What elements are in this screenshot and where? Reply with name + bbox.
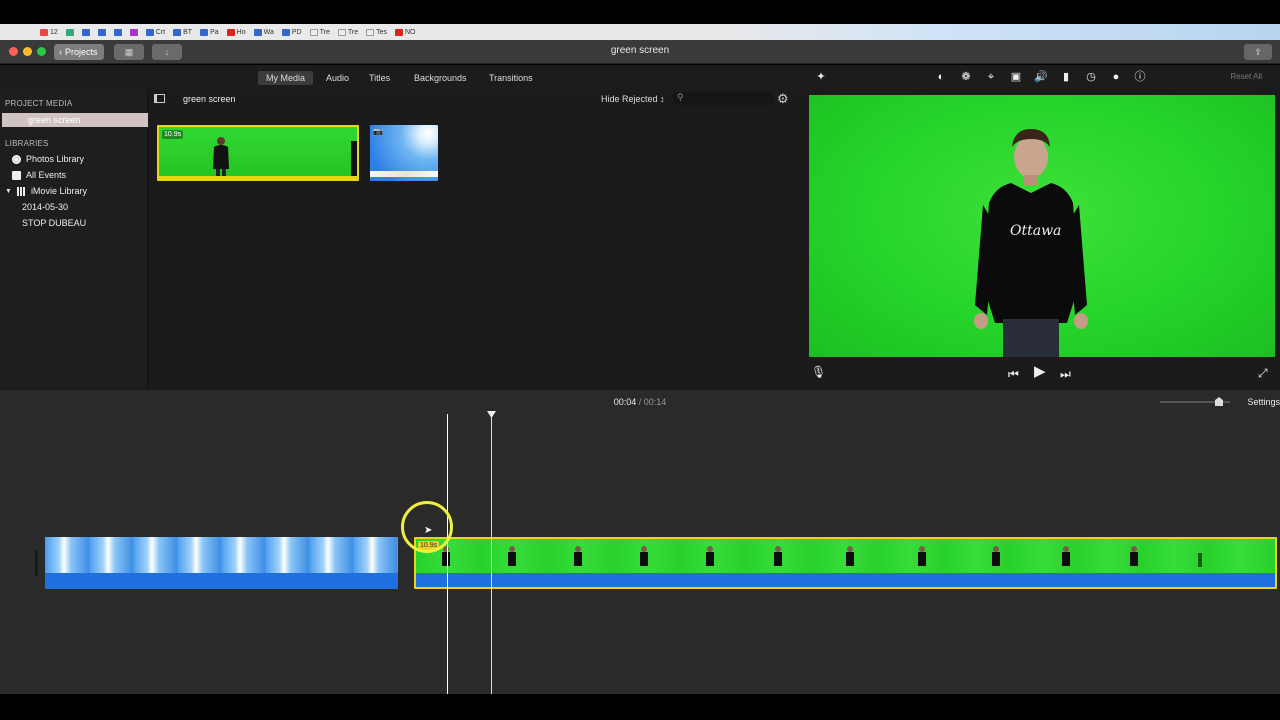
library-sidebar: PROJECT MEDIA green screen LIBRARIES Pho… [0, 89, 148, 389]
clip-thumbnail-green-screen[interactable]: 10.9s [157, 125, 359, 181]
screen: 12 Crt BT Pa Ho Wa PD Tre Tre Tes NO ‹ P… [0, 0, 1280, 720]
bookmark-item[interactable] [81, 28, 90, 36]
sidebar-item-green-screen[interactable]: green screen [2, 113, 148, 127]
total-time: 00:14 [643, 397, 667, 407]
filmstrip-person-frames [442, 546, 1202, 567]
mouse-cursor-icon: ➤ [424, 525, 433, 536]
volume-icon[interactable]: 🔊 [1034, 70, 1048, 84]
filter-dropdown[interactable]: Hide Rejected ↕ [601, 94, 665, 104]
bookmarks-bar: 12 Crt BT Pa Ho Wa PD Tre Tre Tes NO [0, 24, 1280, 40]
time-separator: / [638, 397, 642, 407]
bookmark-item[interactable] [97, 28, 106, 36]
photo-thumbnail-sky[interactable]: 📷 [370, 125, 438, 181]
timecode-display: 00:04 / 00:14 [0, 397, 1280, 407]
bookmark-item[interactable]: Tre [337, 28, 358, 36]
info-icon[interactable]: ⓘ [1133, 70, 1147, 84]
sidebar-item-stop-dubeau[interactable]: STOP DUBEAU [22, 218, 86, 228]
sky-filmstrip [45, 537, 398, 573]
tab-my-media[interactable]: My Media [258, 71, 314, 85]
tab-audio[interactable]: Audio [318, 71, 357, 85]
magic-wand-icon[interactable]: ✦ [814, 70, 828, 84]
star-icon [12, 170, 21, 180]
timeline-left-edge-marker [35, 550, 38, 576]
bookmark-item[interactable]: PD [281, 28, 302, 36]
cloud-strip [370, 171, 438, 177]
skimmer-line [447, 414, 448, 695]
sidebar-item-all-events[interactable]: All Events [12, 170, 66, 180]
bookmark-item[interactable]: Crt [145, 28, 165, 36]
adjustments-toolbar: ✦ ◐ ❁ ⌖ ▣ 🔊 ▮ ◷ ● ⓘ Reset All [798, 65, 1280, 89]
bookmark-item[interactable]: Wa [253, 28, 274, 36]
person-in-hoodie-figure: Ottawa [974, 129, 1088, 357]
stabilization-icon[interactable]: ▣ [1009, 70, 1023, 84]
skip-forward-button[interactable]: ⏭ [1060, 367, 1071, 381]
clip-audio-strip [159, 176, 357, 179]
sidebar-item-photos-library[interactable]: Photos Library [12, 154, 84, 164]
share-button[interactable]: ⇧ [1244, 44, 1272, 60]
search-icon: ⚲ [677, 92, 684, 102]
sidebar-toggle-icon[interactable] [154, 94, 165, 103]
browser-title: green screen [183, 94, 236, 104]
share-icon: ⇧ [1254, 46, 1262, 57]
tab-backgrounds[interactable]: Backgrounds [406, 71, 475, 85]
playhead[interactable] [491, 414, 492, 695]
play-button[interactable]: ▶ [1034, 364, 1046, 379]
bookmark-item[interactable]: Ho [226, 28, 246, 36]
sky-background-clip[interactable] [45, 537, 398, 589]
current-time: 00:04 [613, 397, 637, 407]
bookmark-item[interactable]: NO [395, 28, 416, 36]
window-title: green screen [610, 45, 670, 56]
disclosure-triangle-icon: ▼ [5, 187, 12, 195]
crop-icon[interactable]: ⌖ [984, 70, 998, 84]
bookmark-item[interactable]: BT [173, 28, 192, 36]
sidebar-item-event-2014-05-30[interactable]: 2014-05-30 [22, 202, 68, 212]
color-balance-icon[interactable]: ◐ [934, 70, 948, 84]
skip-back-button[interactable]: ⏮ [1008, 367, 1019, 381]
camera-icon: 📷 [373, 127, 383, 136]
playhead-handle[interactable] [487, 411, 496, 418]
search-input[interactable]: ⚲ [673, 92, 773, 105]
bookmarks-background [720, 24, 1280, 40]
noise-reduction-icon[interactable]: ● [1109, 70, 1123, 84]
reset-all-button[interactable]: Reset All [1230, 72, 1262, 81]
bookmark-item[interactable]: Tre [309, 28, 330, 36]
title-bar: ‹ Projects ▦ ↓ green screen ⇧ [0, 40, 1280, 64]
project-media-heading: PROJECT MEDIA [5, 99, 73, 108]
bottom-letterbox [0, 694, 1280, 720]
browser-tab-bar: My Media Audio Titles Backgrounds Transi… [0, 65, 798, 89]
svg-text:Ottawa: Ottawa [1010, 223, 1061, 239]
bookmark-item[interactable]: Tes [366, 28, 387, 36]
settings-button[interactable]: Settings [1247, 397, 1280, 407]
bookmark-item[interactable] [113, 28, 122, 36]
microphone-icon[interactable]: 🎙 [811, 365, 826, 379]
green-screen-clip[interactable]: 10.9s [414, 537, 1277, 589]
tab-transitions[interactable]: Transitions [481, 71, 541, 85]
green-clip-audio-band [416, 573, 1275, 587]
sky-clip-audio-band [45, 573, 398, 589]
equalizer-icon[interactable]: ▮ [1059, 70, 1073, 84]
person-silhouette [213, 137, 357, 179]
bookmark-item[interactable]: Pa [200, 28, 219, 36]
libraries-heading: LIBRARIES [5, 139, 49, 148]
viewer-panel: Ottawa 🎙 ⏮ ▶ ⏭ ⤢ [798, 89, 1280, 389]
gear-icon[interactable]: ⚙ [777, 91, 789, 107]
fullscreen-icon[interactable]: ⤢ [1258, 366, 1268, 380]
tab-titles[interactable]: Titles [361, 71, 398, 85]
media-browser: green screen Hide Rejected ↕ ⚲ ⚙ 10.9s 📷 [148, 89, 798, 389]
bookmark-item[interactable] [65, 28, 74, 36]
timeline[interactable]: 00:04 / 00:14 Settings 10.9s ➤ [0, 389, 1280, 695]
sidebar-item-imovie-library[interactable]: ▼ iMovie Library [5, 186, 87, 196]
flower-icon [12, 154, 21, 164]
color-correction-icon[interactable]: ❁ [959, 70, 973, 84]
sidebar-item-label: green screen [28, 115, 81, 125]
grid-library-icon [16, 186, 26, 196]
video-preview: Ottawa [809, 95, 1275, 357]
speed-icon[interactable]: ◷ [1084, 70, 1098, 84]
bookmark-item[interactable] [129, 28, 138, 36]
bookmark-item[interactable]: 12 [40, 28, 58, 36]
